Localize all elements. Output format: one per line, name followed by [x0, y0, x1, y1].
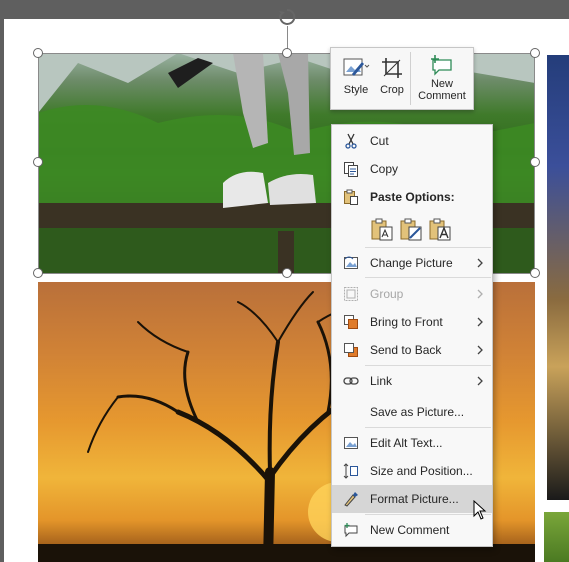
resize-handle-top-right[interactable] [530, 48, 540, 58]
rotate-handle-icon[interactable] [278, 8, 296, 26]
resize-handle-bottom-right[interactable] [530, 268, 540, 278]
new-comment-icon [344, 523, 358, 538]
submenu-arrow-icon [477, 258, 483, 268]
menu-item-change-picture[interactable]: Change Picture [332, 249, 492, 277]
menu-separator [365, 365, 491, 366]
menu-item-format-picture[interactable]: Format Picture... [332, 485, 492, 513]
new-comment-label-line1: New [430, 78, 453, 90]
menu-item-link[interactable]: Link [332, 367, 492, 395]
new-comment-button[interactable]: New Comment [413, 48, 471, 109]
menu-label: Save as Picture... [370, 405, 465, 419]
menu-separator [365, 277, 491, 278]
context-menu: Cut Copy Paste Options: Change Picture G… [331, 124, 493, 547]
submenu-arrow-icon [477, 345, 483, 355]
bring-to-front-icon [344, 315, 358, 329]
menu-label: Cut [370, 134, 389, 148]
paste-text-only-icon[interactable] [428, 217, 452, 241]
menu-item-size-and-position[interactable]: Size and Position... [332, 457, 492, 485]
menu-label: New Comment [370, 523, 450, 537]
resize-handle-bottom[interactable] [282, 268, 292, 278]
menu-label: Link [370, 374, 393, 388]
toolbar-separator [410, 52, 411, 105]
mini-toolbar: Style Crop New Comment [330, 47, 474, 110]
send-to-back-icon [344, 343, 358, 357]
crop-icon [382, 58, 402, 78]
menu-item-paste-options: Paste Options: [332, 183, 492, 243]
menu-label: Send to Back [370, 343, 442, 357]
menu-item-cut[interactable]: Cut [332, 127, 492, 155]
new-comment-icon [431, 55, 452, 76]
size-position-icon [343, 463, 358, 479]
menu-label: Format Picture... [370, 492, 459, 506]
menu-label: Copy [370, 162, 399, 176]
submenu-arrow-icon [477, 317, 483, 327]
submenu-arrow-icon [477, 376, 483, 386]
copy-icon [344, 162, 358, 177]
new-comment-label-line2: Comment [418, 90, 466, 102]
menu-item-copy[interactable]: Copy [332, 155, 492, 183]
crop-button[interactable]: Crop [375, 48, 409, 109]
menu-separator [365, 247, 491, 248]
paste-options-label: Paste Options: [370, 190, 455, 204]
crop-label: Crop [380, 84, 404, 96]
menu-item-new-comment[interactable]: New Comment [332, 516, 492, 544]
clipboard-icon [344, 189, 358, 205]
picture-style-icon [343, 58, 370, 76]
menu-label: Group [370, 287, 404, 301]
change-picture-icon [344, 256, 358, 269]
menu-label: Edit Alt Text... [370, 436, 443, 450]
scissors-icon [345, 133, 357, 149]
link-icon [343, 377, 359, 385]
menu-item-bring-to-front[interactable]: Bring to Front [332, 308, 492, 336]
menu-label: Change Picture [370, 256, 453, 270]
resize-handle-right[interactable] [530, 157, 540, 167]
menu-label: Size and Position... [370, 464, 473, 478]
submenu-arrow-icon [477, 289, 483, 299]
resize-handle-bottom-left[interactable] [33, 268, 43, 278]
menu-separator [365, 427, 491, 428]
style-button[interactable]: Style [335, 48, 377, 109]
menu-item-group[interactable]: Group [332, 280, 492, 308]
resize-handle-left[interactable] [33, 157, 43, 167]
paste-keep-source-icon[interactable] [370, 217, 394, 241]
resize-handle-top[interactable] [282, 48, 292, 58]
format-picture-icon [344, 492, 358, 507]
resize-handle-top-left[interactable] [33, 48, 43, 58]
picture-right-bottom[interactable] [544, 512, 569, 562]
style-label: Style [343, 84, 369, 96]
menu-item-edit-alt-text[interactable]: Edit Alt Text... [332, 429, 492, 457]
menu-item-send-to-back[interactable]: Send to Back [332, 336, 492, 364]
alt-text-icon [344, 437, 358, 449]
mouse-pointer-icon [473, 500, 487, 520]
menu-item-save-as-picture[interactable]: Save as Picture... [332, 398, 492, 426]
paste-picture-icon[interactable] [399, 217, 423, 241]
picture-right-edge[interactable] [547, 55, 569, 500]
menu-label: Bring to Front [370, 315, 443, 329]
group-icon [344, 287, 358, 301]
